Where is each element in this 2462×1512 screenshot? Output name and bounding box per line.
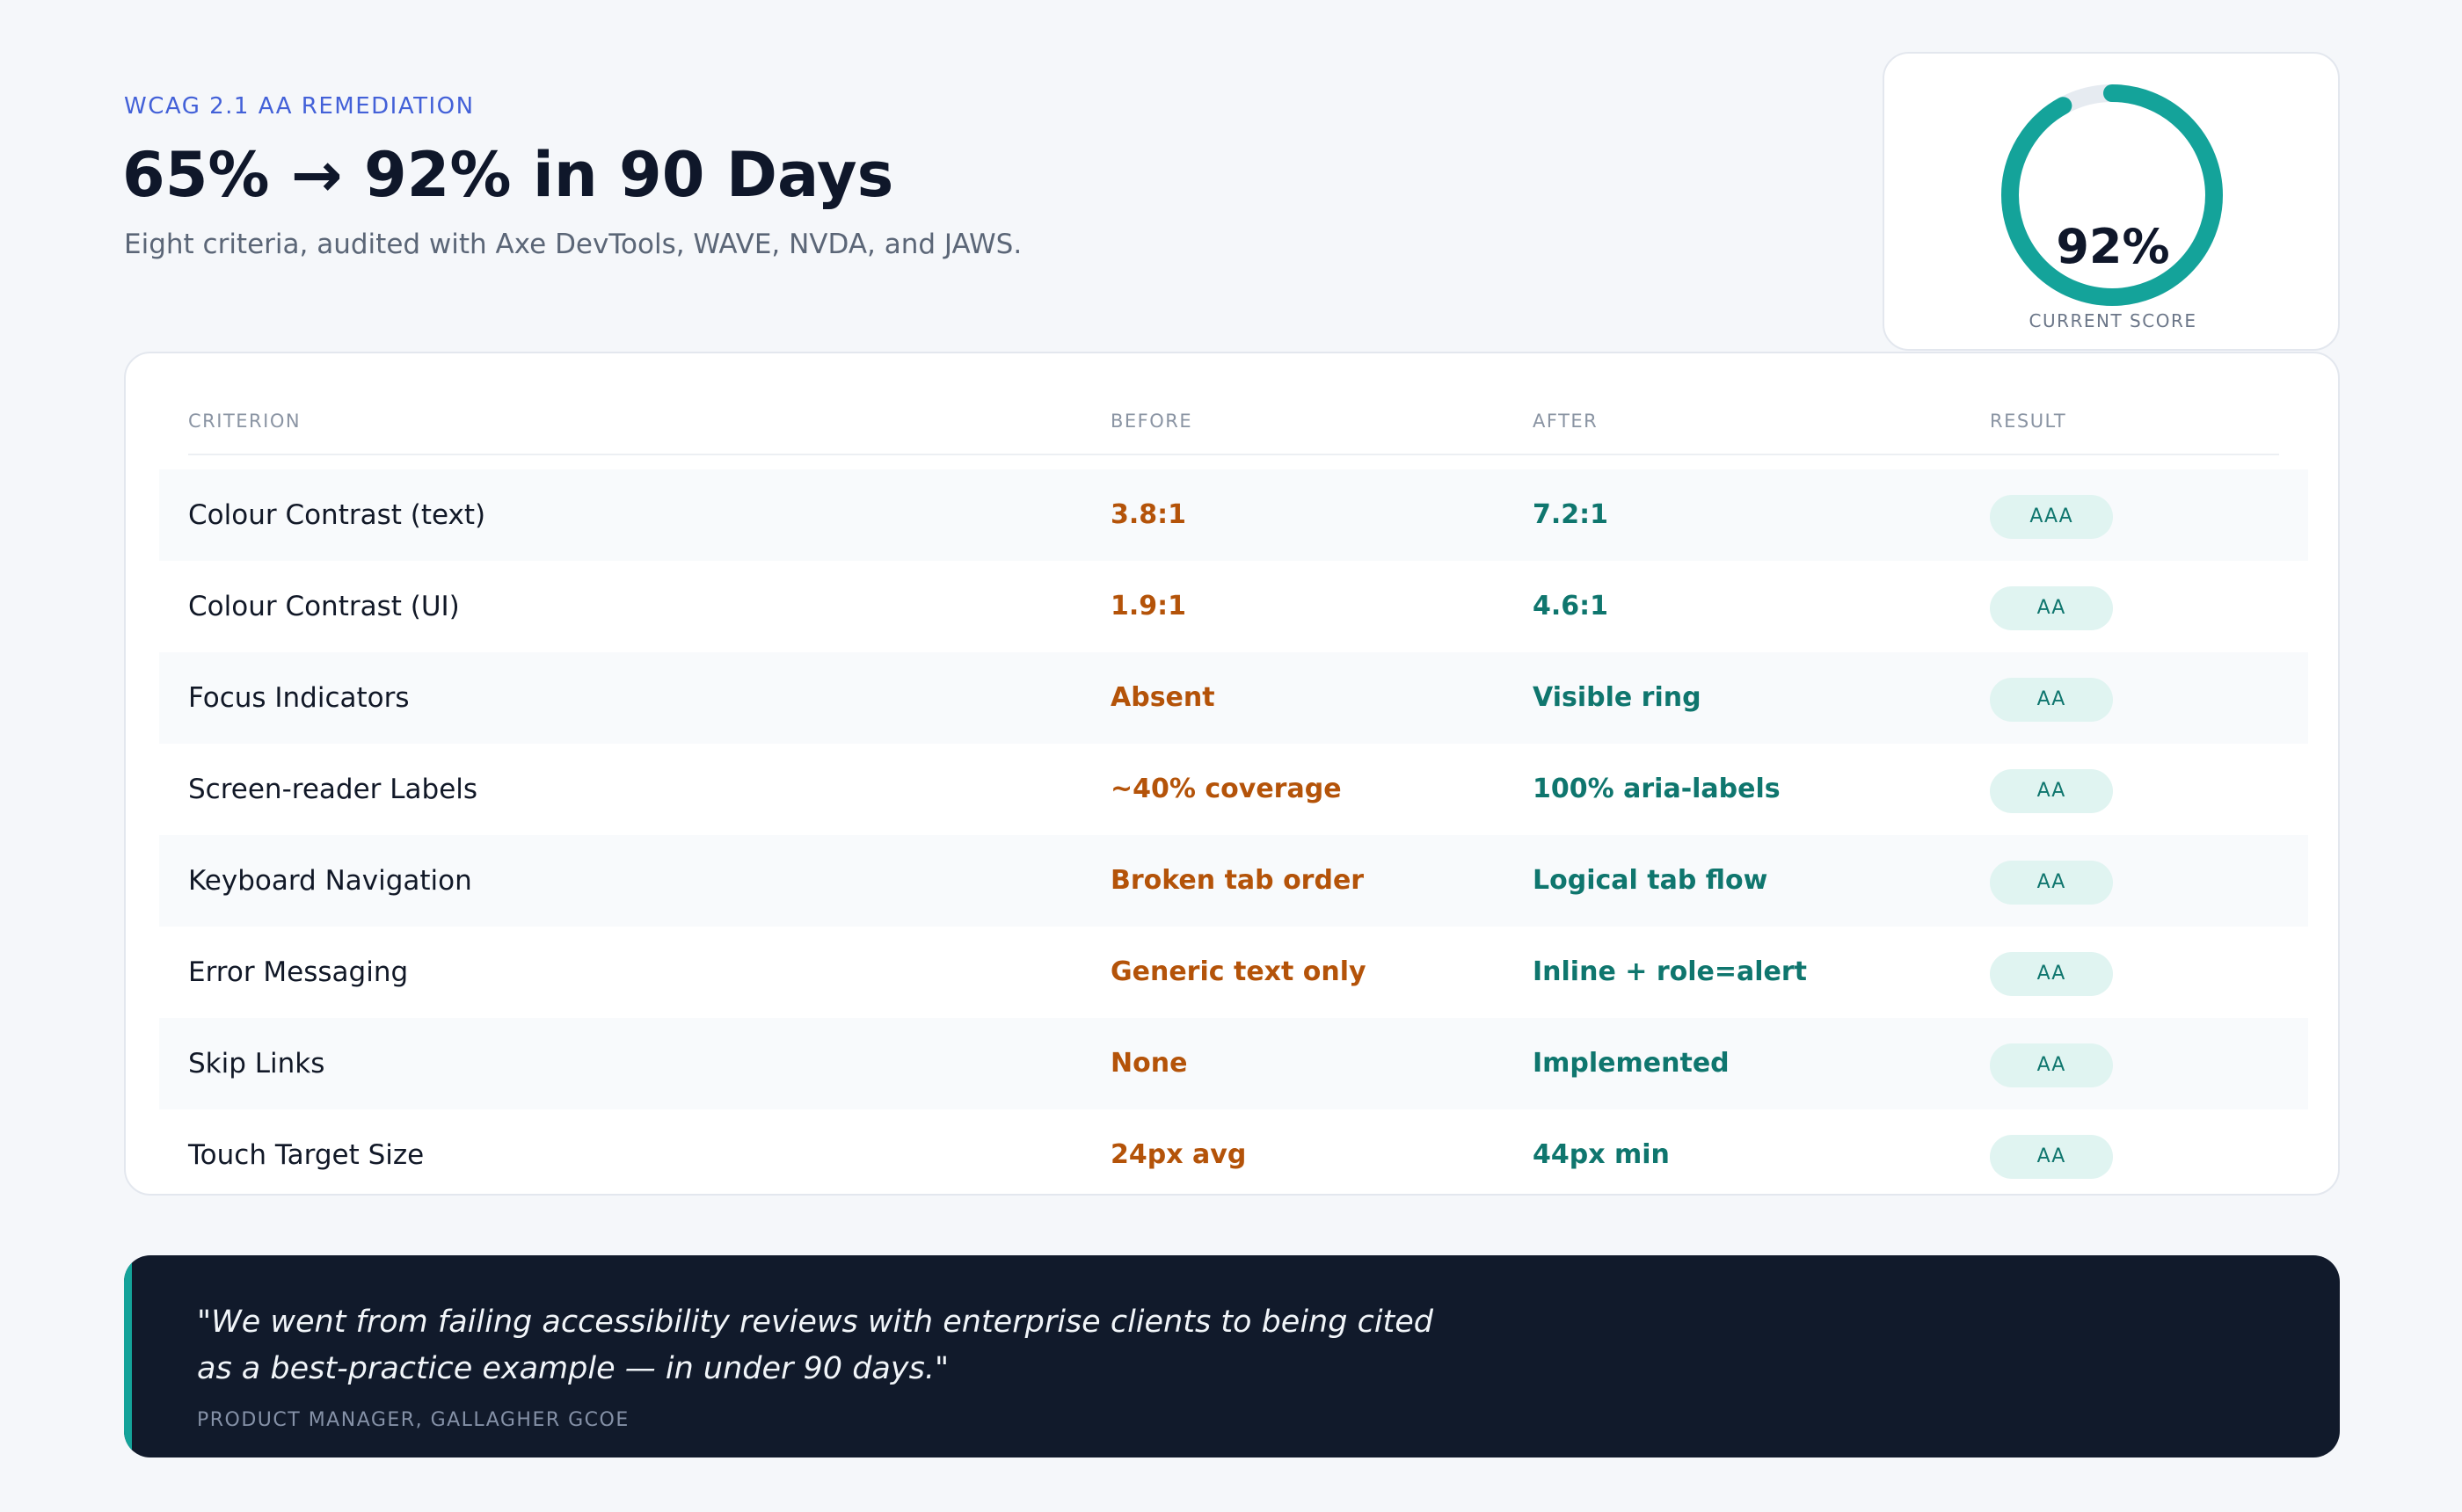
before-value: Broken tab order (1111, 865, 1365, 896)
eyebrow-label: WCAG 2.1 AA REMEDIATION (124, 93, 475, 120)
result-badge: AA (1990, 586, 2113, 630)
page-subtitle: Eight criteria, audited with Axe DevTool… (124, 229, 1023, 260)
before-value: ~40% coverage (1111, 774, 1342, 804)
result-badge: AA (1990, 678, 2113, 722)
score-value: 92% (2056, 219, 2170, 274)
criterion-cell: Focus Indicators (188, 682, 410, 714)
table-row: Screen-reader Labels ~40% coverage 100% ar… (159, 744, 2308, 835)
quote-attribution: PRODUCT MANAGER, GALLAGHER GCOE (197, 1409, 630, 1431)
score-card: 92% CURRENT SCORE (1883, 52, 2340, 351)
page-title: 65% → 92% in 90 Days (122, 139, 894, 211)
criterion-cell: Colour Contrast (UI) (188, 591, 460, 622)
after-value: Logical tab flow (1533, 865, 1768, 896)
criterion-cell: Error Messaging (188, 956, 409, 988)
result-badge: AA (1990, 1135, 2113, 1179)
before-value: 3.8:1 (1111, 499, 1187, 530)
result-badge: AAA (1990, 495, 2113, 539)
result-badge: AA (1990, 769, 2113, 813)
after-value: Implemented (1533, 1048, 1730, 1079)
table-row: Keyboard Navigation Broken tab order Logic… (159, 835, 2308, 927)
after-value: Visible ring (1533, 682, 1701, 713)
after-value: 44px min (1533, 1139, 1670, 1170)
criterion-cell: Screen-reader Labels (188, 774, 478, 805)
criterion-cell: Skip Links (188, 1048, 325, 1079)
testimonial-quote: "We went from failing accessibility revi… (124, 1255, 2340, 1457)
column-header-after: AFTER (1533, 411, 1599, 432)
quote-text: "We went from failing accessibility revi… (197, 1305, 1434, 1386)
criterion-cell: Keyboard Navigation (188, 865, 472, 897)
before-value: Generic text only (1111, 956, 1366, 987)
page: WCAG 2.1 AA REMEDIATION 65% → 92% in 90 … (0, 0, 2462, 1512)
table-row: Skip Links None Implemented AA (159, 1018, 2308, 1109)
table-row: Focus Indicators Absent Visible ring AA (159, 652, 2308, 744)
column-header-result: RESULT (1990, 411, 2067, 432)
table-row: Colour Contrast (UI) 1.9:1 4.6:1 AA (159, 561, 2308, 652)
table-row: Colour Contrast (text) 3.8:1 7.2:1 AAA (159, 469, 2308, 561)
before-value: None (1111, 1048, 1188, 1079)
score-ring (2001, 84, 2223, 306)
result-badge: AA (1990, 952, 2113, 996)
after-value: Inline + role=alert (1533, 956, 1807, 987)
table-header: CRITERION BEFORE AFTER RESULT (188, 406, 2279, 455)
criterion-cell: Touch Target Size (188, 1139, 425, 1171)
result-badge: AA (1990, 861, 2113, 905)
table-row: Touch Target Size 24px avg 44px min AA (159, 1109, 2308, 1201)
before-value: 24px avg (1111, 1139, 1247, 1170)
quote-accent-bar (124, 1255, 132, 1457)
criterion-cell: Colour Contrast (text) (188, 499, 486, 531)
result-badge: AA (1990, 1043, 2113, 1087)
column-header-criterion: CRITERION (188, 411, 302, 432)
after-value: 100% aria-labels (1533, 774, 1781, 804)
before-value: Absent (1111, 682, 1215, 713)
column-header-before: BEFORE (1111, 411, 1193, 432)
after-value: 7.2:1 (1533, 499, 1609, 530)
score-label: CURRENT SCORE (2029, 310, 2197, 331)
after-value: 4.6:1 (1533, 591, 1609, 622)
before-value: 1.9:1 (1111, 591, 1187, 622)
table-row: Error Messaging Generic text only Inline +… (159, 927, 2308, 1018)
criteria-table: CRITERION BEFORE AFTER RESULT Colour Con… (124, 352, 2340, 1196)
